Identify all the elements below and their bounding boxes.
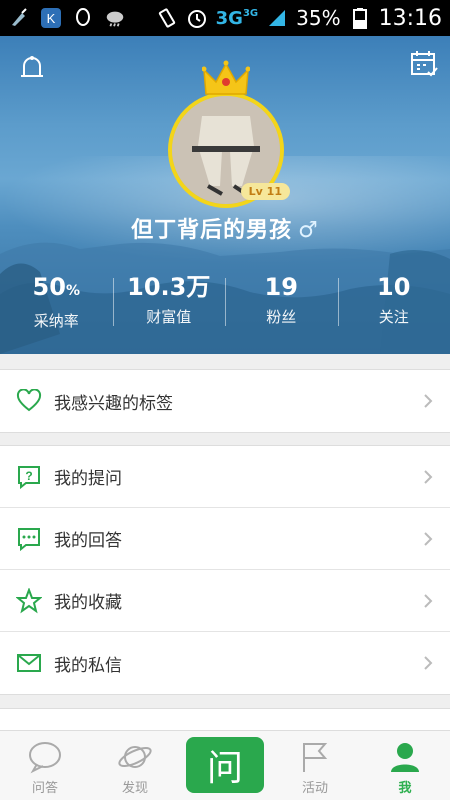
tab-ask[interactable]: 问 [180, 731, 270, 800]
weather-icon [104, 7, 126, 29]
star-icon [14, 586, 44, 616]
tab-qa[interactable]: 问答 [0, 731, 90, 800]
menu-group-main: ? 我的提问 我的回答 我的收藏 我的私信 [0, 445, 450, 695]
notification-bell-icon[interactable] [12, 48, 52, 88]
menu-item-label: 我的私信 [54, 655, 122, 676]
stat-value: 10 [377, 273, 411, 301]
stat-value: 10.3万 [127, 273, 211, 301]
menu-item-answers[interactable]: 我的回答 [0, 508, 450, 570]
person-icon [385, 737, 425, 777]
chevron-right-icon [424, 593, 433, 608]
heart-icon [14, 386, 44, 416]
mail-icon [14, 648, 44, 678]
battery-icon [349, 7, 371, 29]
stat-label: 采纳率 [33, 312, 79, 330]
stat-label: 粉丝 [266, 308, 297, 326]
chevron-right-icon [424, 531, 433, 546]
stat-wealth[interactable]: 10.3万 财富值 [112, 272, 226, 342]
chevron-right-icon [424, 394, 433, 408]
stat-label: 财富值 [146, 308, 192, 326]
vibrate-icon [156, 7, 178, 29]
signal-icon [266, 7, 288, 29]
tab-label: 我 [398, 781, 412, 796]
profile-header: Lv 11 但丁背后的男孩 ♂ 50% 采纳率 10.3万 财富值 19 粉丝 1… [0, 36, 450, 354]
username: 但丁背后的男孩 [131, 218, 293, 243]
stat-value: 50 [32, 273, 66, 301]
network-type: 3G [215, 7, 243, 29]
tab-activity[interactable]: 活动 [270, 731, 360, 800]
bottom-tab-bar: 问答 发现 问 活动 我 [0, 730, 450, 800]
stats-bar: 50% 采纳率 10.3万 财富值 19 粉丝 10 关注 [0, 272, 450, 342]
qq-icon [72, 7, 94, 29]
stat-following[interactable]: 10 关注 [337, 272, 450, 342]
app-k-icon: K [40, 7, 62, 29]
battery-percent: 35% [296, 6, 341, 30]
tab-discover[interactable]: 发现 [90, 731, 180, 800]
avatar-container[interactable]: Lv 11 [168, 60, 290, 208]
menu-item-label: 我感兴趣的标签 [54, 393, 173, 414]
menu-item-questions[interactable]: ? 我的提问 [0, 446, 450, 508]
network-type-small: 3G [242, 7, 259, 19]
menu-item-messages[interactable]: 我的私信 [0, 632, 450, 694]
svg-text:K: K [47, 11, 56, 26]
alarm-icon [186, 7, 208, 29]
answer-icon [14, 524, 44, 554]
stat-value: 19 [264, 273, 298, 301]
ask-button[interactable]: 问 [186, 737, 264, 793]
stat-unit: % [65, 283, 80, 299]
tab-label: 发现 [121, 781, 148, 796]
svg-text:?: ? [25, 469, 32, 483]
level-badge: Lv 11 [240, 183, 290, 200]
chevron-right-icon [424, 656, 433, 670]
broom-icon [8, 7, 30, 29]
stat-fans[interactable]: 19 粉丝 [225, 272, 338, 342]
flag-icon [295, 737, 335, 777]
menu-item-label: 我的回答 [54, 531, 122, 551]
tab-label: 问答 [31, 781, 58, 796]
status-bar: K 3G 3G 35% 13:16 [0, 0, 450, 36]
tab-label: 活动 [301, 781, 328, 796]
menu-item-tags[interactable]: 我感兴趣的标签 [0, 370, 450, 432]
menu-item-favorites[interactable]: 我的收藏 [0, 570, 450, 632]
menu-item-label: 我的提问 [54, 469, 122, 489]
stat-adoption-rate[interactable]: 50% 采纳率 [0, 272, 113, 342]
question-icon: ? [14, 462, 44, 492]
calendar-checkin-icon[interactable] [404, 44, 444, 84]
menu-group-tags: 我感兴趣的标签 [0, 369, 450, 433]
stat-label: 关注 [378, 308, 409, 326]
gender-male-icon: ♂ [298, 218, 319, 243]
planet-icon [115, 737, 155, 777]
crown-icon [202, 60, 250, 95]
chat-bubble-icon [25, 737, 65, 777]
tab-me[interactable]: 我 [360, 731, 450, 800]
menu-item-label: 我的收藏 [54, 593, 122, 613]
chevron-right-icon [424, 469, 433, 484]
username-row: 但丁背后的男孩 ♂ [0, 212, 450, 244]
clock: 13:16 [378, 5, 442, 31]
